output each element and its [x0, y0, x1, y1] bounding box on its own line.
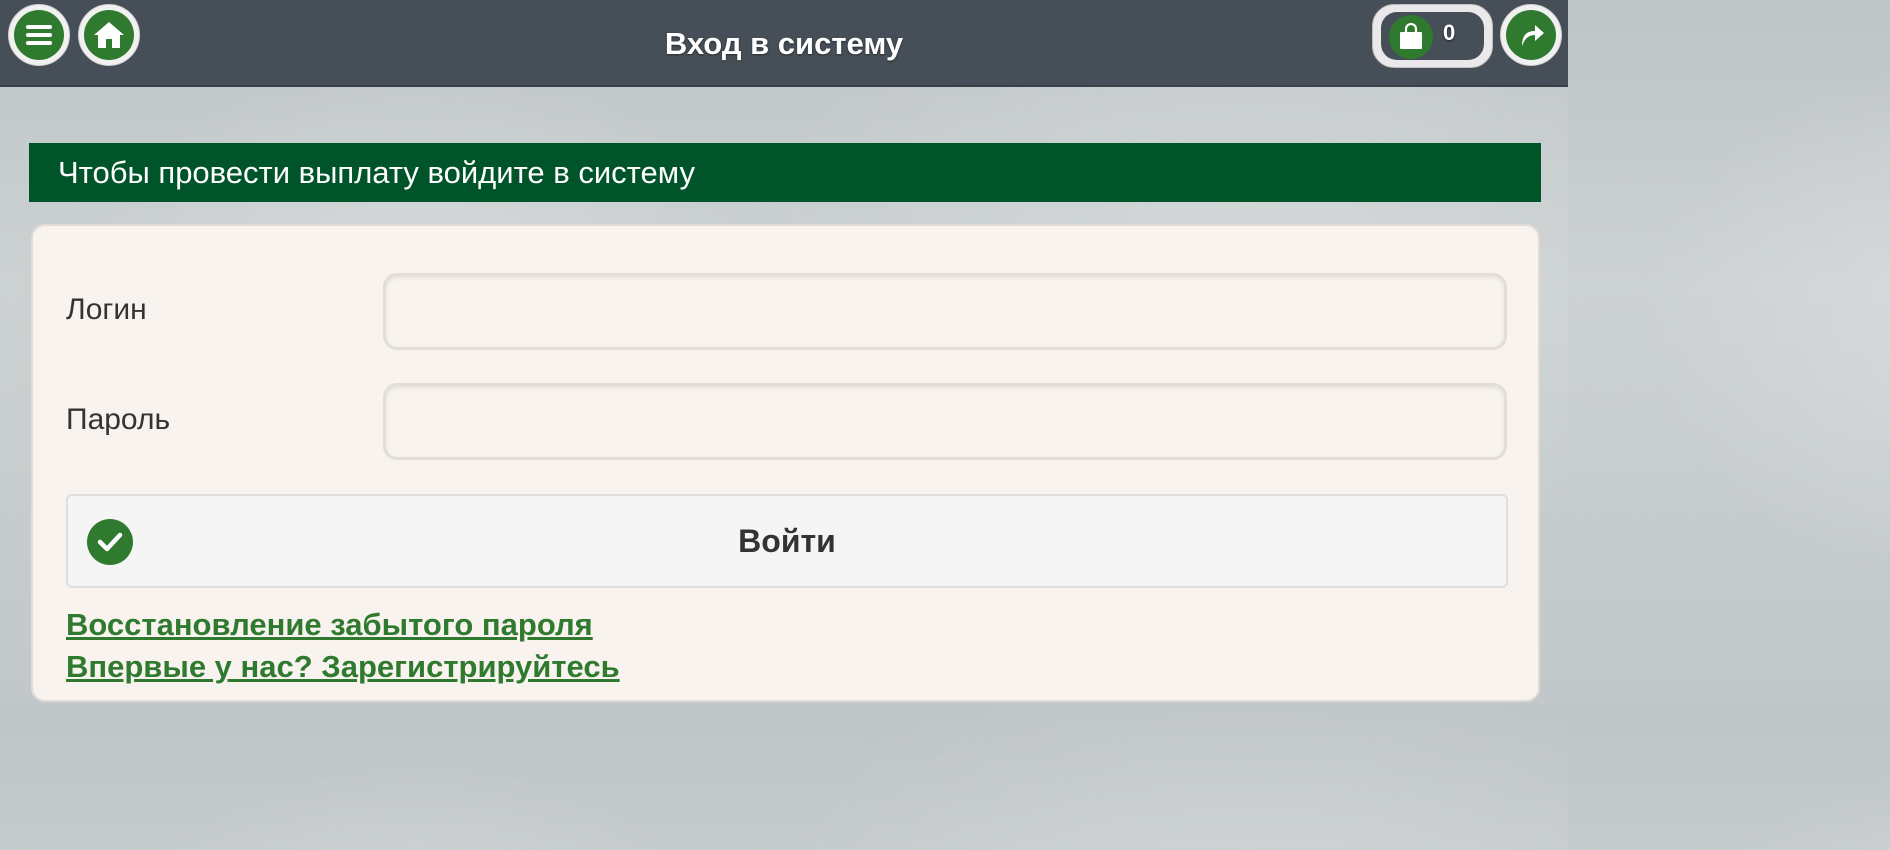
register-link[interactable]: Впервые у нас? Зарегистрируйтесь — [66, 649, 620, 685]
password-input[interactable] — [383, 383, 1507, 460]
share-button[interactable] — [1500, 4, 1562, 66]
cart-count-badge: 0 — [1443, 20, 1456, 45]
share-arrow-icon — [1506, 10, 1556, 60]
hamburger-menu-icon — [14, 10, 64, 60]
page-title: Вход в систему — [664, 26, 904, 61]
top-bar: Вход в систему 0 — [0, 0, 1568, 87]
recover-password-link[interactable]: Восстановление забытого пароля — [66, 607, 593, 643]
shopping-bag-icon — [1389, 15, 1433, 59]
login-form-panel: Логин Пароль Войти Восстановление забыто… — [31, 224, 1540, 702]
login-input[interactable] — [383, 273, 1507, 350]
login-label: Логин — [66, 293, 147, 326]
home-icon — [84, 10, 134, 60]
home-button[interactable] — [78, 4, 140, 66]
login-notice-banner: Чтобы провести выплату войдите в систему — [29, 143, 1541, 202]
login-button-label: Войти — [738, 523, 836, 559]
password-label: Пароль — [66, 403, 171, 436]
cart-button[interactable]: 0 — [1372, 4, 1493, 68]
menu-button[interactable] — [8, 4, 70, 66]
login-button[interactable]: Войти — [66, 494, 1508, 588]
